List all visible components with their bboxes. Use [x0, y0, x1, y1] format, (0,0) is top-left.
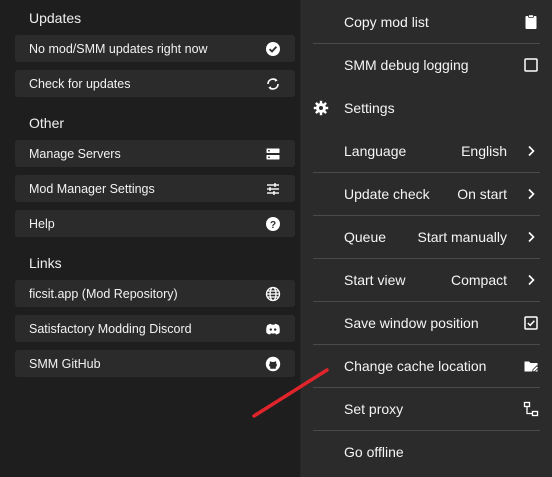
menu-item-language[interactable]: Language English — [301, 129, 552, 172]
chevron-right-icon — [523, 229, 539, 245]
sync-icon — [265, 76, 281, 92]
menu-item-change-cache-location[interactable]: Change cache location — [301, 344, 552, 387]
menu-item-settings[interactable]: Settings — [301, 86, 552, 129]
menu-item-save-window-position[interactable]: Save window position — [301, 301, 552, 344]
check-circle-icon — [265, 41, 281, 57]
menu-item-start-view[interactable]: Start view Compact — [301, 258, 552, 301]
section-title-updates: Updates — [29, 10, 82, 26]
sidebar-item-label: Check for updates — [29, 76, 131, 91]
menu-item-queue[interactable]: Queue Start manually — [301, 215, 552, 258]
menu-item-smm-debug-logging[interactable]: SMM debug logging — [301, 43, 552, 86]
sidebar-item-label: SMM GitHub — [29, 356, 101, 371]
chevron-right-icon — [523, 272, 539, 288]
checkbox-checked-icon[interactable] — [523, 315, 539, 331]
update-check-value: On start — [457, 185, 507, 202]
sidebar-item-mod-manager-settings[interactable]: Mod Manager Settings — [15, 175, 295, 202]
sidebar: Updates No mod/SMM updates right now Che… — [0, 0, 301, 477]
menu-item-update-check[interactable]: Update check On start — [301, 172, 552, 215]
chevron-right-icon — [523, 186, 539, 202]
discord-icon — [265, 321, 281, 337]
settings-menu: Copy mod list SMM debug logging Settings… — [301, 0, 552, 477]
tune-icon — [265, 181, 281, 197]
sidebar-item-label: Mod Manager Settings — [29, 181, 155, 196]
checkbox-unchecked-icon[interactable] — [523, 57, 539, 73]
folder-edit-icon — [523, 358, 539, 374]
chevron-right-icon — [523, 143, 539, 159]
sidebar-item-ficsit-app[interactable]: ficsit.app (Mod Repository) — [15, 280, 295, 307]
start-view-value: Compact — [450, 271, 507, 288]
clipboard-icon — [523, 14, 539, 30]
queue-value: Start manually — [417, 228, 507, 245]
svg-text:?: ? — [270, 220, 276, 231]
sidebar-item-smm-github[interactable]: SMM GitHub — [15, 350, 295, 377]
sidebar-item-label: Satisfactory Modding Discord — [29, 321, 192, 336]
server-icon — [265, 146, 281, 162]
menu-item-set-proxy[interactable]: Set proxy — [301, 387, 552, 430]
sidebar-item-check-updates[interactable]: Check for updates — [15, 70, 295, 97]
sidebar-item-label: Manage Servers — [29, 146, 121, 161]
sidebar-item-label: Help — [29, 216, 55, 231]
language-value: English — [461, 142, 507, 159]
section-title-other: Other — [29, 115, 65, 131]
help-circle-icon: ? — [265, 216, 281, 232]
section-title-links: Links — [29, 255, 62, 271]
menu-item-go-offline[interactable]: Go offline — [301, 430, 552, 473]
globe-icon — [265, 286, 281, 302]
sidebar-item-no-updates[interactable]: No mod/SMM updates right now — [15, 35, 295, 62]
sidebar-item-manage-servers[interactable]: Manage Servers — [15, 140, 295, 167]
sidebar-item-discord[interactable]: Satisfactory Modding Discord — [15, 315, 295, 342]
github-icon — [265, 356, 281, 372]
sidebar-item-label: No mod/SMM updates right now — [29, 41, 208, 56]
gear-icon — [313, 100, 329, 116]
network-icon — [523, 401, 539, 417]
sidebar-item-label: ficsit.app (Mod Repository) — [29, 286, 178, 301]
sidebar-item-help[interactable]: Help ? — [15, 210, 295, 237]
menu-item-copy-mod-list[interactable]: Copy mod list — [301, 0, 552, 43]
